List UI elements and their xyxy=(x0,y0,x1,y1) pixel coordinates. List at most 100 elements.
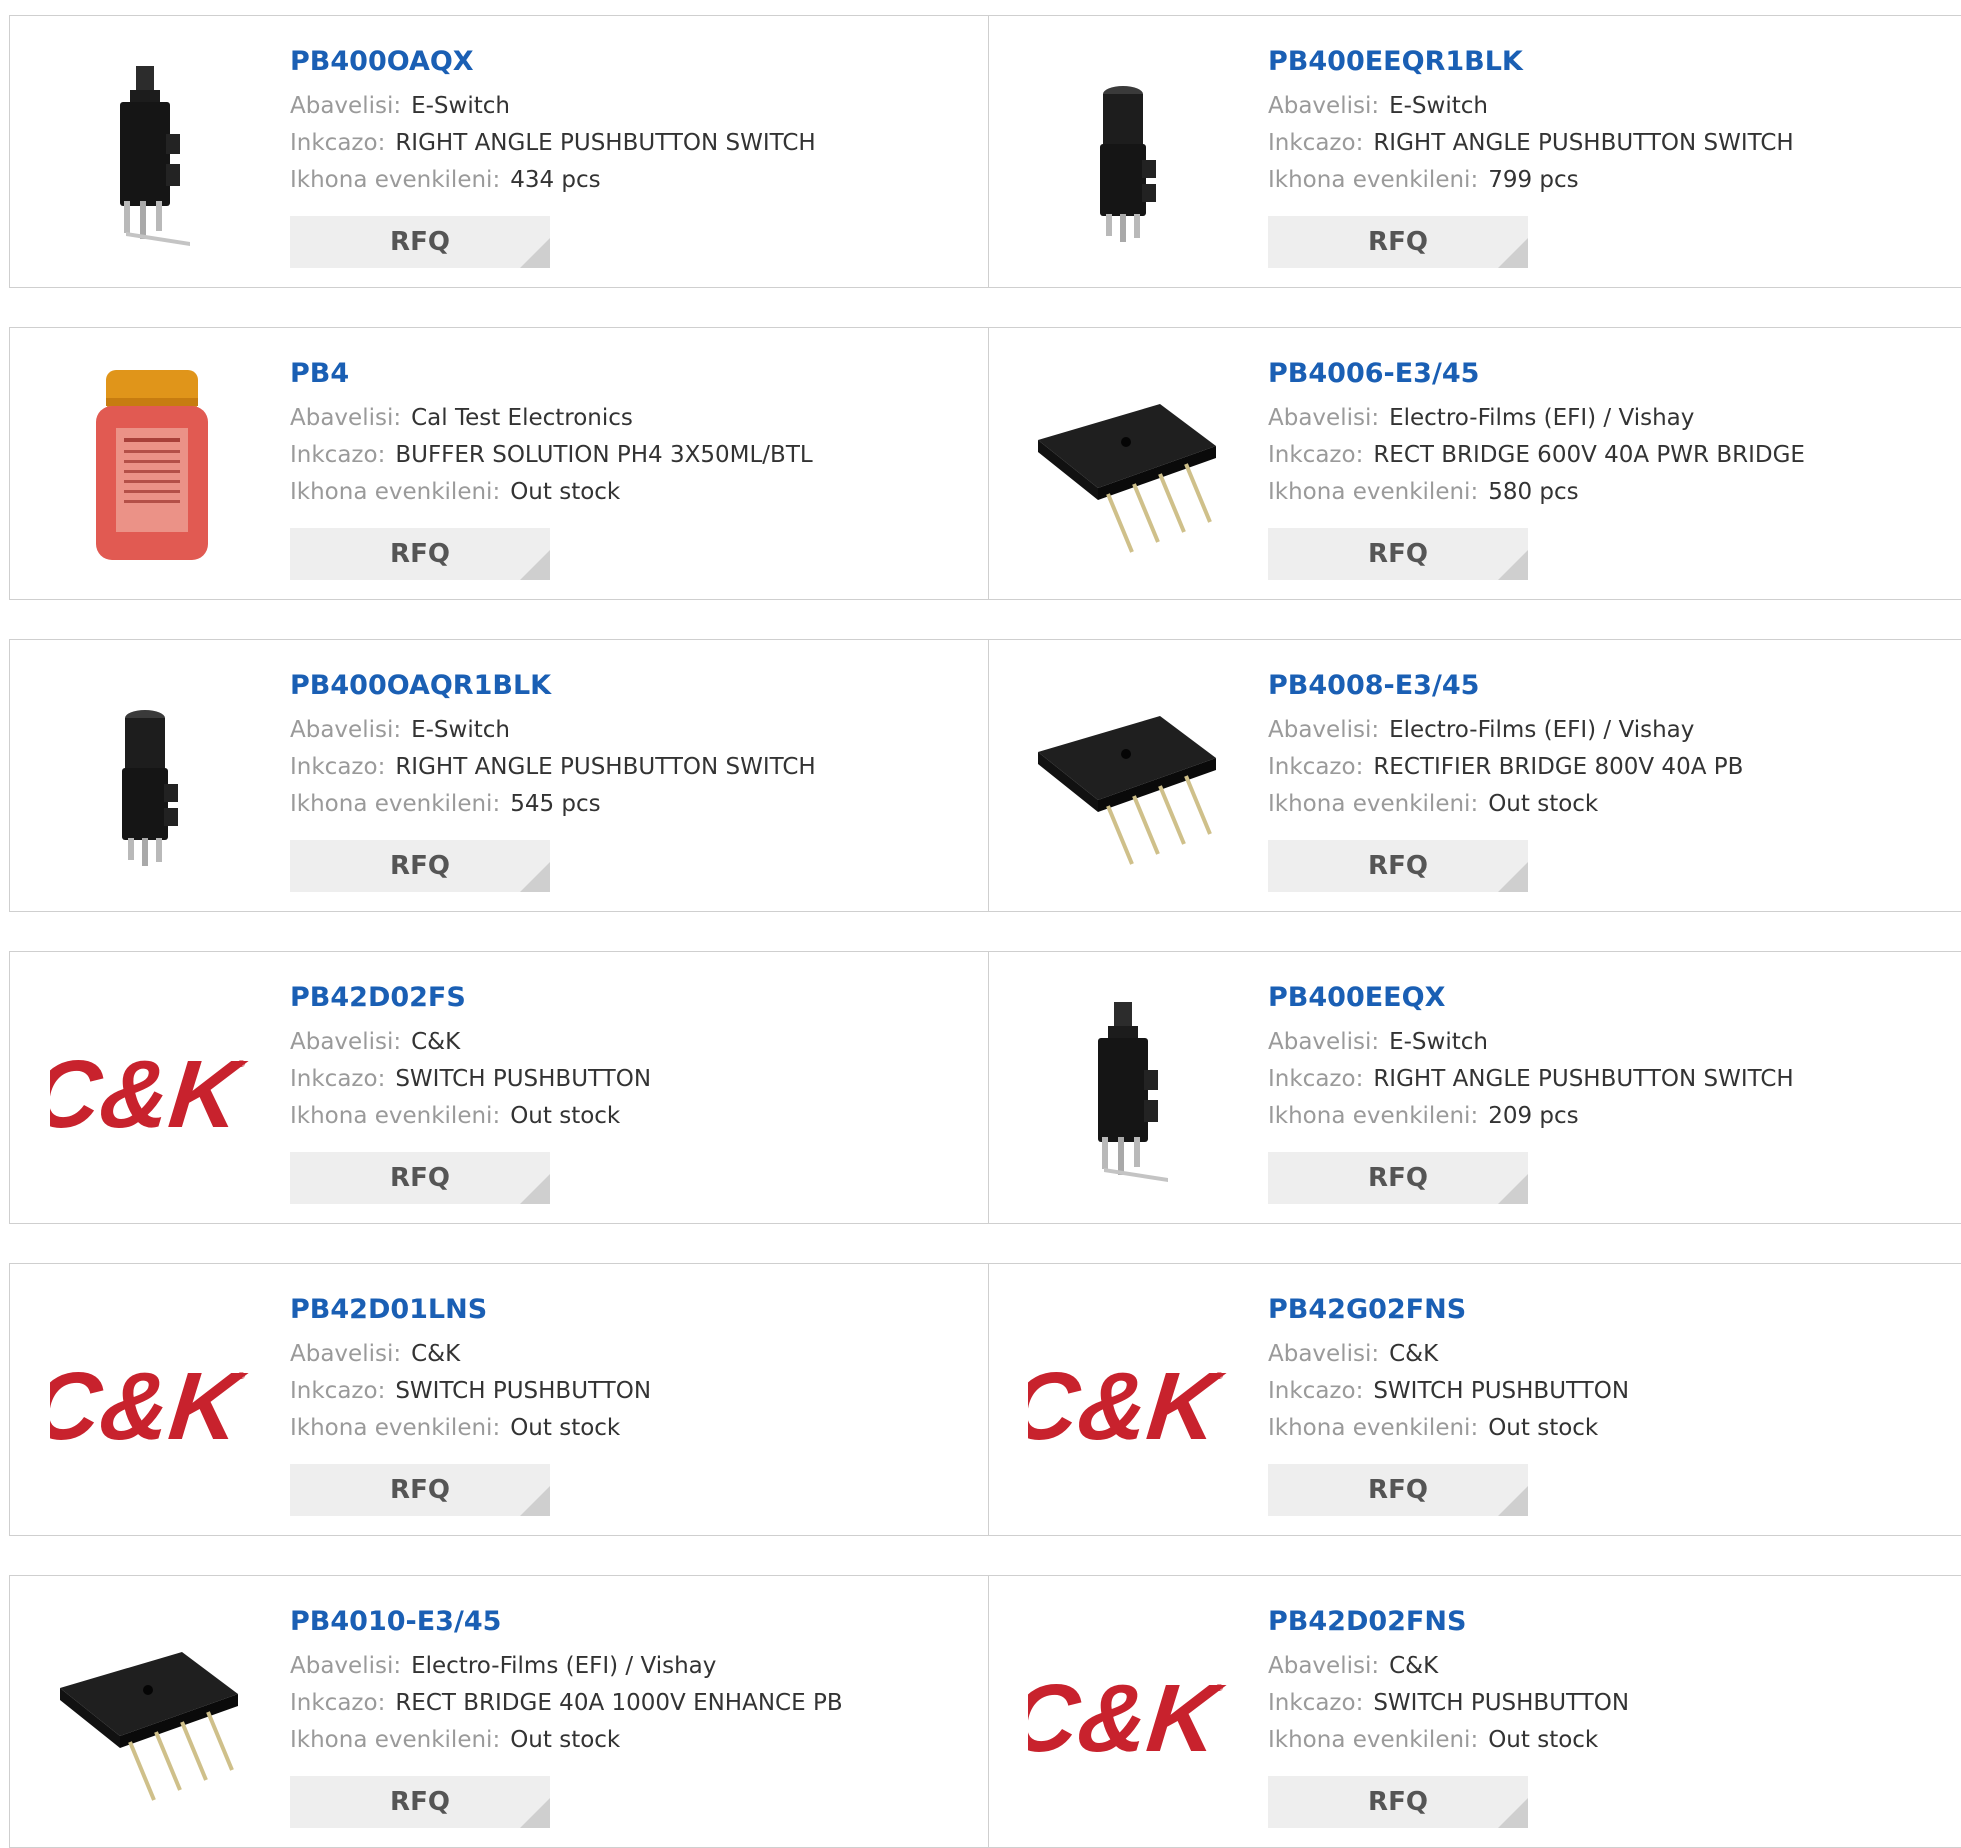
ck-logo: C&K® xyxy=(1028,1353,1228,1460)
stock-value: 545 pcs xyxy=(510,791,601,817)
vendor-line: Abavelisi: C&K xyxy=(290,1336,651,1373)
stock-label: Ikhona evenkileni: xyxy=(1268,1727,1479,1753)
product-card: PB400EEQR1BLK Abavelisi: E-Switch Inkcazo… xyxy=(988,16,1961,287)
description-value: SWITCH PUSHBUTTON xyxy=(395,1066,652,1092)
product-title-link[interactable]: PB42G02FNS xyxy=(1268,1292,1629,1328)
product-image[interactable]: C&K ® xyxy=(1028,1616,1228,1816)
bridge-rectifier-icon xyxy=(60,1652,238,1801)
stock-label: Ikhona evenkileni: xyxy=(290,1415,501,1441)
product-title-link[interactable]: PB400OAQX xyxy=(290,44,816,80)
description-line: Inkcazo: SWITCH PUSHBUTTON xyxy=(1268,1373,1629,1410)
rfq-button[interactable]: RFQ xyxy=(1268,840,1528,892)
product-image[interactable] xyxy=(1028,56,1228,256)
product-title-link[interactable]: PB42D02FNS xyxy=(1268,1604,1629,1640)
product-image[interactable]: C&K ® xyxy=(50,992,250,1192)
product-image[interactable] xyxy=(50,1616,250,1816)
description-line: Inkcazo: SWITCH PUSHBUTTON xyxy=(290,1061,651,1098)
product-image[interactable]: C&K ® xyxy=(1028,1304,1228,1504)
rfq-label: RFQ xyxy=(1368,539,1428,569)
svg-text:®: ® xyxy=(238,1371,246,1382)
product-image[interactable] xyxy=(50,368,250,568)
rfq-label: RFQ xyxy=(390,539,450,569)
product-title-link[interactable]: PB4 xyxy=(290,356,813,392)
description-line: Inkcazo: RIGHT ANGLE PUSHBUTTON SWITCH xyxy=(290,749,816,786)
stock-label: Ikhona evenkileni: xyxy=(290,167,501,193)
product-card: PB4008-E3/45 Abavelisi: Electro-Films (EF… xyxy=(988,640,1961,911)
stock-value: 580 pcs xyxy=(1488,479,1579,505)
description-value: RECT BRIDGE 40A 1000V ENHANCE PB xyxy=(395,1690,843,1716)
product-card: PB400OAQX Abavelisi: E-Switch Inkcazo: RIG… xyxy=(10,16,989,287)
description-value: RECT BRIDGE 600V 40A PWR BRIDGE xyxy=(1373,442,1805,468)
stock-value: Out stock xyxy=(1488,1727,1599,1753)
rfq-button[interactable]: RFQ xyxy=(290,840,550,892)
description-label: Inkcazo: xyxy=(1268,442,1364,468)
product-title-link[interactable]: PB4010-E3/45 xyxy=(290,1604,843,1640)
ck-logo: C&K® xyxy=(50,1353,250,1460)
rfq-button[interactable]: RFQ xyxy=(1268,1776,1528,1828)
rfq-label: RFQ xyxy=(390,227,450,257)
product-image[interactable]: C&K ® xyxy=(50,1304,250,1504)
rfq-button[interactable]: RFQ xyxy=(1268,1464,1528,1516)
rfq-button[interactable]: RFQ xyxy=(290,216,550,268)
product-image[interactable] xyxy=(1028,368,1228,568)
rfq-button[interactable]: RFQ xyxy=(290,1464,550,1516)
rfq-label: RFQ xyxy=(1368,1787,1428,1817)
description-value: RIGHT ANGLE PUSHBUTTON SWITCH xyxy=(1373,130,1794,156)
rfq-label: RFQ xyxy=(390,1475,450,1505)
rfq-button[interactable]: RFQ xyxy=(1268,1152,1528,1204)
rfq-label: RFQ xyxy=(1368,227,1428,257)
vendor-label: Abavelisi: xyxy=(1268,405,1380,431)
product-image[interactable] xyxy=(1028,680,1228,880)
vendor-label: Abavelisi: xyxy=(290,1029,402,1055)
vendor-line: Abavelisi: Cal Test Electronics xyxy=(290,400,813,437)
product-info: PB400OAQX Abavelisi: E-Switch Inkcazo: RIG… xyxy=(290,44,816,199)
vendor-label: Abavelisi: xyxy=(290,405,402,431)
stock-value: Out stock xyxy=(510,479,621,505)
rfq-button[interactable]: RFQ xyxy=(290,528,550,580)
description-label: Inkcazo: xyxy=(290,1690,386,1716)
product-image[interactable] xyxy=(1028,992,1228,1192)
description-line: Inkcazo: SWITCH PUSHBUTTON xyxy=(290,1373,651,1410)
product-title-link[interactable]: PB42D02FS xyxy=(290,980,651,1016)
rfq-button[interactable]: RFQ xyxy=(1268,216,1528,268)
stock-label: Ikhona evenkileni: xyxy=(1268,479,1479,505)
product-info: PB42D02FNS Abavelisi: C&K Inkcazo: SWITCH … xyxy=(1268,1604,1629,1759)
stock-line: Ikhona evenkileni: Out stock xyxy=(1268,786,1743,823)
product-title-link[interactable]: PB400EEQR1BLK xyxy=(1268,44,1794,80)
rfq-label: RFQ xyxy=(390,1163,450,1193)
vendor-label: Abavelisi: xyxy=(1268,717,1380,743)
pushbutton-switch-icon xyxy=(1098,1002,1168,1182)
stock-label: Ikhona evenkileni: xyxy=(290,1103,501,1129)
product-image[interactable] xyxy=(50,56,250,256)
description-line: Inkcazo: RIGHT ANGLE PUSHBUTTON SWITCH xyxy=(1268,1061,1794,1098)
description-label: Inkcazo: xyxy=(290,1066,386,1092)
rfq-button[interactable]: RFQ xyxy=(290,1152,550,1204)
rfq-button[interactable]: RFQ xyxy=(1268,528,1528,580)
product-title-link[interactable]: PB400OAQR1BLK xyxy=(290,668,816,704)
product-row: PB4010-E3/45 Abavelisi: Electro-Films (EF… xyxy=(9,1575,1961,1848)
product-info: PB400EEQX Abavelisi: E-Switch Inkcazo: RIG… xyxy=(1268,980,1794,1135)
rfq-corner-decoration xyxy=(1498,1486,1528,1516)
description-label: Inkcazo: xyxy=(290,754,386,780)
stock-line: Ikhona evenkileni: Out stock xyxy=(290,1722,843,1759)
pushbutton-switch-icon xyxy=(122,710,178,866)
product-card: C&K ® PB42D01LNS Abavelisi: C&K Inkcazo: SW… xyxy=(10,1264,989,1535)
rfq-corner-decoration xyxy=(520,1486,550,1516)
product-row: PB4 Abavelisi: Cal Test Electronics Inkca… xyxy=(9,327,1961,600)
vendor-line: Abavelisi: E-Switch xyxy=(1268,1024,1794,1061)
product-title-link[interactable]: PB4008-E3/45 xyxy=(1268,668,1743,704)
rfq-corner-decoration xyxy=(520,238,550,268)
stock-line: Ikhona evenkileni: 580 pcs xyxy=(1268,474,1805,511)
product-title-link[interactable]: PB42D01LNS xyxy=(290,1292,651,1328)
product-title-link[interactable]: PB4006-E3/45 xyxy=(1268,356,1805,392)
product-row: PB400OAQX Abavelisi: E-Switch Inkcazo: RIG… xyxy=(9,15,1961,288)
stock-line: Ikhona evenkileni: Out stock xyxy=(290,1410,651,1447)
stock-line: Ikhona evenkileni: Out stock xyxy=(290,474,813,511)
rfq-corner-decoration xyxy=(1498,1798,1528,1828)
svg-text:®: ® xyxy=(1216,1683,1224,1694)
product-image[interactable] xyxy=(50,680,250,880)
rfq-corner-decoration xyxy=(520,1174,550,1204)
rfq-button[interactable]: RFQ xyxy=(290,1776,550,1828)
product-title-link[interactable]: PB400EEQX xyxy=(1268,980,1794,1016)
rfq-label: RFQ xyxy=(390,1787,450,1817)
